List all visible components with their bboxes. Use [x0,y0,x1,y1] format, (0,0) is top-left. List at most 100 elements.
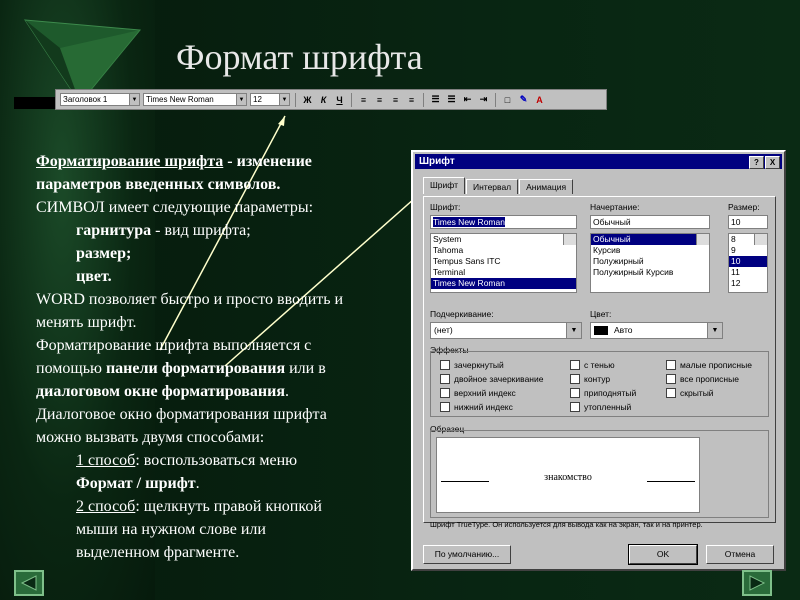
prev-slide-button[interactable] [14,570,44,596]
text-segment: Формат / шрифт [76,475,196,492]
checkbox-label: все прописные [680,374,739,384]
tab-animation[interactable]: Анимация [519,179,574,194]
tab-font[interactable]: Шрифт [423,177,465,194]
checkbox-icon[interactable] [570,402,580,412]
text-segment: помощью [36,360,106,377]
style-list[interactable]: Обычный Курсив Полужирный Полужирный Кур… [590,233,710,293]
small-caps-checkbox[interactable]: малые прописные [666,360,752,370]
list-item[interactable]: Times New Roman [431,278,576,289]
text-segment: гарнитура [76,222,152,239]
close-button[interactable]: X [765,156,780,169]
checkbox-label: двойное зачеркивание [454,374,544,384]
truetype-note: Шрифт TrueType. Он используется для выво… [430,520,703,529]
checkbox-icon[interactable] [666,374,676,384]
size-list[interactable]: 8 9 10 11 12 [728,233,768,293]
cancel-button[interactable]: Отмена [706,545,774,564]
text-line: СИМВОЛ имеет следующие параметры: [36,199,314,216]
list-item[interactable]: 12 [729,278,767,289]
outline-checkbox[interactable]: контур [570,374,610,384]
color-combo[interactable]: Авто ▼ [590,322,723,339]
superscript-checkbox[interactable]: верхний индекс [440,388,516,398]
list-item[interactable]: 11 [729,267,767,278]
list-item[interactable]: Обычный [591,234,709,245]
checkbox-label: верхний индекс [454,388,516,398]
list-item[interactable]: System [431,234,576,245]
text-line: мыши на нужном слове или [76,521,266,538]
next-slide-button[interactable] [742,570,772,596]
list-item[interactable]: 10 [729,256,767,267]
double-strikethrough-checkbox[interactable]: двойное зачеркивание [440,374,543,384]
arrow-left-icon [20,575,37,591]
shadow-checkbox[interactable]: с тенью [570,360,615,370]
size-field[interactable]: 10 [728,215,768,229]
sample-preview: знакомство [436,437,700,513]
hidden-checkbox[interactable]: скрытый [666,388,714,398]
checkbox-icon[interactable] [440,388,450,398]
strikethrough-checkbox[interactable]: зачеркнутый [440,360,504,370]
text-line: менять шрифт. [36,314,137,331]
checkbox-icon[interactable] [440,360,450,370]
font-label: Шрифт: [430,202,461,212]
scrollbar[interactable] [563,234,576,245]
tab-panel: Шрифт: Times New Roman System Tahoma Tem… [423,196,776,529]
arrow-right-icon [749,575,766,591]
chevron-down-icon[interactable]: ▼ [566,323,581,338]
color-label: Цвет: [590,309,612,319]
checkbox-icon[interactable] [440,374,450,384]
list-item[interactable]: Полужирный Курсив [591,267,709,278]
list-item[interactable]: 9 [729,245,767,256]
checkbox-icon[interactable] [666,360,676,370]
chevron-down-icon[interactable]: ▼ [707,323,722,338]
term-link: Форматирование шрифта [36,153,224,170]
text-segment: - вид шрифта; [151,222,251,239]
text-segment: . [195,475,200,492]
font-field-value: Times New Roman [433,217,505,227]
text-segment: - изменение [223,153,312,170]
color-swatch [594,326,608,336]
checkbox-icon[interactable] [570,360,580,370]
checkbox-label: утопленный [584,402,632,412]
color-value: Авто [614,325,633,335]
list-item[interactable]: Terminal [431,267,576,278]
checkbox-icon[interactable] [570,374,580,384]
text-segment: или в [285,360,326,377]
font-dialog: Шрифт ? X Шрифт Интервал Анимация Шрифт:… [411,150,786,571]
list-item[interactable]: Полужирный [591,256,709,267]
dialog-title: Шрифт [419,156,455,167]
text-line: WORD позволяет быстро и просто вводить и [36,291,344,308]
checkbox-icon[interactable] [666,388,676,398]
text-segment: 1 способ [76,452,136,469]
checkbox-label: с тенью [584,360,615,370]
checkbox-icon[interactable] [570,388,580,398]
checkbox-label: контур [584,374,611,384]
text-segment: панели форматирования [105,360,286,377]
underline-label: Подчеркивание: [430,309,494,319]
underline-combo[interactable]: (нет) ▼ [430,322,582,339]
text-line: параметров введенных символов. [36,176,281,193]
scrollbar[interactable] [754,234,767,245]
ok-button[interactable]: OK [628,544,698,565]
text-line: Форматирование шрифта выполняется с [36,337,312,354]
subscript-checkbox[interactable]: нижний индекс [440,402,513,412]
emboss-checkbox[interactable]: приподнятый [570,388,636,398]
tab-spacing[interactable]: Интервал [465,179,519,194]
style-field[interactable]: Обычный [590,215,710,229]
list-item[interactable]: Курсив [591,245,709,256]
checkbox-icon[interactable] [440,402,450,412]
font-list[interactable]: System Tahoma Tempus Sans ITC Terminal T… [430,233,577,293]
scrollbar[interactable] [696,234,709,245]
text-line: размер; [76,245,132,262]
list-item[interactable]: Tahoma [431,245,576,256]
size-label: Размер: [728,202,760,212]
text-segment: . [284,383,289,400]
font-field[interactable]: Times New Roman [430,215,577,229]
text-line: выделенном фрагменте. [76,544,240,561]
default-button[interactable]: По умолчанию... [423,545,511,564]
arrow-head [278,116,285,126]
engrave-checkbox[interactable]: утопленный [570,402,631,412]
text-line: цвет. [76,268,112,285]
all-caps-checkbox[interactable]: все прописные [666,374,739,384]
body-text: Форматирование шрифта - изменение параме… [36,150,416,564]
help-button[interactable]: ? [749,156,764,169]
list-item[interactable]: Tempus Sans ITC [431,256,576,267]
